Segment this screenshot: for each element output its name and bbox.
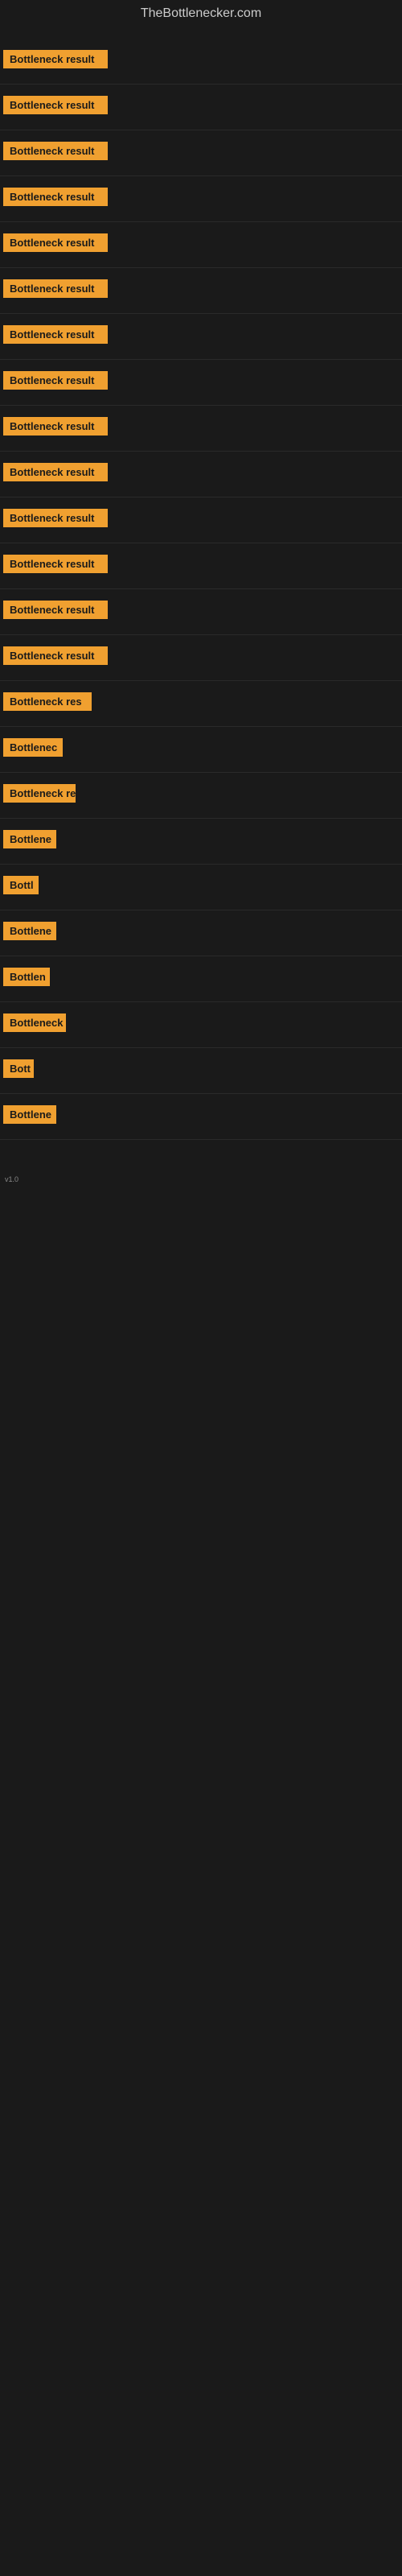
bottleneck-bar[interactable]: Bottleneck result [3,509,108,527]
bottleneck-bar[interactable]: Bottleneck result [3,233,108,252]
bottleneck-bar[interactable]: Bottleneck result [3,417,108,436]
bar-row: Bottleneck result [0,39,402,85]
bar-row: Bottleneck result [0,268,402,314]
version-label: v1.0 [2,1172,402,1187]
bar-row: Bottleneck result [0,176,402,222]
bar-row: Bottleneck re [0,773,402,819]
bar-row: Bottleneck res [0,681,402,727]
bottleneck-bar[interactable]: Bottleneck result [3,50,108,68]
bottleneck-bar[interactable]: Bottleneck result [3,325,108,344]
bar-row: Bottleneck result [0,360,402,406]
bottleneck-bar[interactable]: Bottlene [3,830,56,848]
bar-row: Bottlene [0,910,402,956]
bar-row: Bottleneck result [0,314,402,360]
site-title-text: TheBottlenecker.com [141,6,261,20]
bar-row: Bottleneck result [0,222,402,268]
bar-row: Bottleneck result [0,589,402,635]
bottleneck-bar[interactable]: Bottleneck result [3,371,108,390]
bottleneck-bar[interactable]: Bottleneck res [3,692,92,711]
bar-row: Bottlene [0,1094,402,1140]
bottleneck-bar[interactable]: Bottleneck result [3,188,108,206]
bar-row: Bottl [0,865,402,910]
bottleneck-bar[interactable]: Bott [3,1059,34,1078]
bottleneck-bar[interactable]: Bottleneck result [3,646,108,665]
bar-row: Bottlen [0,956,402,1002]
bar-row: Bottleneck result [0,497,402,543]
bar-row: Bottleneck result [0,85,402,130]
bar-row: Bottleneck result [0,635,402,681]
site-title: TheBottlenecker.com [0,0,402,31]
bottleneck-bar[interactable]: Bottleneck [3,1013,66,1032]
bottleneck-bar[interactable]: Bottlenec [3,738,63,757]
bottleneck-bar[interactable]: Bottleneck result [3,601,108,619]
bar-row: Bottleneck result [0,452,402,497]
bottleneck-bar[interactable]: Bottleneck re [3,784,76,803]
chart-area: Bottleneck result Bottleneck result Bottle… [0,39,402,1187]
bar-row: Bottleneck result [0,543,402,589]
bar-row: Bottlenec [0,727,402,773]
bottleneck-bar[interactable]: Bottlene [3,1105,56,1124]
bar-row: Bottleneck result [0,130,402,176]
bottleneck-bar[interactable]: Bottleneck result [3,463,108,481]
bottleneck-bar[interactable]: Bottleneck result [3,96,108,114]
bar-row: Bottleneck [0,1002,402,1048]
bottleneck-bar[interactable]: Bottl [3,876,39,894]
bottleneck-bar[interactable]: Bottleneck result [3,142,108,160]
bottleneck-bar[interactable]: Bottlen [3,968,50,986]
bar-row: Bottlene [0,819,402,865]
bar-row: Bottleneck result [0,406,402,452]
bar-row: Bott [0,1048,402,1094]
bottleneck-bar[interactable]: Bottleneck result [3,279,108,298]
bottleneck-bar[interactable]: Bottlene [3,922,56,940]
bottleneck-bar[interactable]: Bottleneck result [3,555,108,573]
